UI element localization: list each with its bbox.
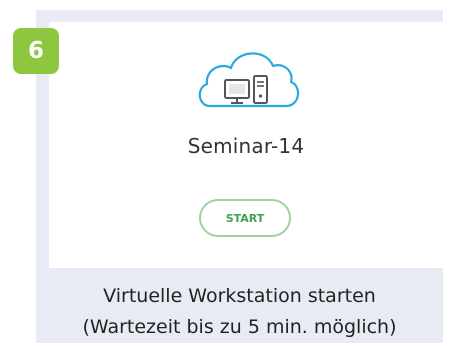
workstation-name: Seminar-14 (187, 134, 305, 158)
caption-note: (Wartezeit bis zu 5 min. möglich) (82, 316, 397, 338)
cloud-computer-icon (194, 44, 302, 114)
step-number-badge: 6 (13, 28, 59, 74)
start-button[interactable]: START (199, 199, 291, 237)
caption-title: Virtuelle Workstation starten (103, 285, 376, 307)
